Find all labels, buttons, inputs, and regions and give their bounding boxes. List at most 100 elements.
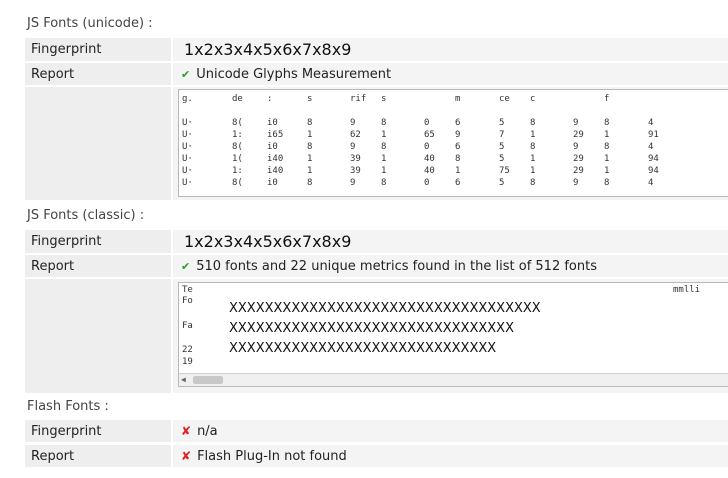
table-cell: 1 xyxy=(530,166,536,176)
table-cell: i65 xyxy=(267,130,284,140)
table-cell: 8 xyxy=(530,118,536,128)
table-cell: 9 xyxy=(455,130,461,140)
table-cell: 0 xyxy=(424,142,430,152)
table-cell: U· xyxy=(182,130,193,140)
table-cell: 1 xyxy=(381,166,387,176)
table-cell: 39 xyxy=(350,166,361,176)
table-cell: 1 xyxy=(307,154,313,164)
section-title-classic: JS Fonts (classic) : xyxy=(27,208,145,223)
fingerprint-value: n/a xyxy=(197,423,218,439)
table-cell: 1 xyxy=(381,154,387,164)
font-list-text: 19 xyxy=(182,357,193,367)
table-header-cell: de xyxy=(232,94,243,104)
table-cell: 29 xyxy=(573,166,584,176)
table-cell: 8( xyxy=(232,142,243,152)
table-header-cell: f xyxy=(604,94,610,104)
table-cell: 8 xyxy=(307,118,313,128)
table-header-cell: s xyxy=(307,94,313,104)
font-sample-line: XXXXXXXXXXXXXXXXXXXXXXXXXXXXXXXXXXX xyxy=(229,301,541,316)
report-value-cell: ✘ Flash Plug-In not found xyxy=(173,445,728,467)
table-cell: 9 xyxy=(573,142,579,152)
table-cell: U· xyxy=(182,142,193,152)
table-cell: i0 xyxy=(267,178,278,188)
font-list-text: Fo xyxy=(182,296,193,306)
table-cell: 8 xyxy=(381,118,387,128)
report-value-cell: ✔ 510 fonts and 22 unique metrics found … xyxy=(173,255,728,277)
table-cell: 1: xyxy=(232,130,243,140)
table-cell: 1 xyxy=(530,130,536,140)
report-label: Report xyxy=(25,63,171,85)
table-cell: 9 xyxy=(573,178,579,188)
table-cell: 8 xyxy=(604,142,610,152)
table-cell: 6 xyxy=(455,178,461,188)
empty-label xyxy=(25,87,171,200)
table-cell: 1 xyxy=(455,166,461,176)
table-cell: 1 xyxy=(381,130,387,140)
table-cell: 9 xyxy=(350,118,356,128)
table-cell: U· xyxy=(182,166,193,176)
flash-report-row: Report ✘ Flash Plug-In not found xyxy=(25,445,728,467)
font-list-header-text: mmlli xyxy=(673,285,701,295)
font-sample-line: XXXXXXXXXXXXXXXXXXXXXXXXXXXXXX xyxy=(229,341,497,356)
table-cell: 8 xyxy=(530,142,536,152)
font-list-box[interactable]: ◀ Te Fo Fa 22 19 mmlli XXXXXXXXXXXXXXXXXXXXXXX… xyxy=(178,282,728,387)
table-cell: U· xyxy=(182,154,193,164)
table-cell: 8( xyxy=(232,178,243,188)
table-cell: 1 xyxy=(307,130,313,140)
check-icon: ✔ xyxy=(181,67,191,81)
table-cell: U· xyxy=(182,178,193,188)
table-cell: 1: xyxy=(232,166,243,176)
table-cell: 65 xyxy=(424,130,435,140)
table-cell: 6 xyxy=(455,118,461,128)
table-cell: 94 xyxy=(648,154,659,164)
font-sample-line: XXXXXXXXXXXXXXXXXXXXXXXXXXXXXXXX xyxy=(229,321,514,336)
check-icon: ✔ xyxy=(181,259,191,273)
table-header-cell: rif xyxy=(350,94,367,104)
table-cell: 1 xyxy=(307,166,313,176)
empty-label xyxy=(25,279,171,393)
table-header-cell: s xyxy=(381,94,387,104)
table-cell: 5 xyxy=(499,154,505,164)
unicode-report-row: Report ✔ Unicode Glyphs Measurement xyxy=(25,63,728,85)
horizontal-scrollbar[interactable]: ◀ xyxy=(179,373,728,386)
table-cell: 4 xyxy=(648,178,654,188)
table-cell: U· xyxy=(182,118,193,128)
table-cell: 9 xyxy=(350,142,356,152)
table-cell: i40 xyxy=(267,166,284,176)
table-cell: 40 xyxy=(424,166,435,176)
table-cell: i0 xyxy=(267,142,278,152)
table-cell: 1 xyxy=(604,166,610,176)
font-list-text: 22 xyxy=(182,345,193,355)
table-cell: 5 xyxy=(499,118,505,128)
fingerprint-value-cell: ✘ n/a xyxy=(173,420,728,442)
table-cell: 8 xyxy=(381,178,387,188)
table-cell: 9 xyxy=(573,118,579,128)
fingerprint-value: 1x2x3x4x5x6x7x8x9 xyxy=(173,230,728,253)
scrollbar-thumb[interactable] xyxy=(193,376,223,384)
unicode-metrics-table[interactable]: g. de: s rif s m ce c f U· 8(i0 8 9 8 0 6 5 8 9 8 4 U· 1: i65 1 6… xyxy=(178,89,728,197)
table-cell: 0 xyxy=(424,118,430,128)
fingerprint-label: Fingerprint xyxy=(25,38,171,61)
section-title-unicode: JS Fonts (unicode) : xyxy=(27,16,153,31)
fingerprint-value: 1x2x3x4x5x6x7x8x9 xyxy=(173,38,728,61)
report-text: Unicode Glyphs Measurement xyxy=(196,66,392,82)
classic-fingerprint-row: Fingerprint 1x2x3x4x5x6x7x8x9 xyxy=(25,230,728,253)
table-cell: 62 xyxy=(350,130,361,140)
table-header-cell: g. xyxy=(182,94,193,104)
report-value-cell: ✔ Unicode Glyphs Measurement xyxy=(173,63,728,85)
table-cell: 29 xyxy=(573,130,584,140)
table-cell: 4 xyxy=(648,142,654,152)
table-cell: 39 xyxy=(350,154,361,164)
report-label: Report xyxy=(25,445,171,467)
table-cell: 1 xyxy=(604,130,610,140)
fingerprint-label: Fingerprint xyxy=(25,420,171,442)
table-cell: 1 xyxy=(604,154,610,164)
scroll-left-icon[interactable]: ◀ xyxy=(181,375,186,384)
table-cell: 9 xyxy=(350,178,356,188)
table-header-cell: c xyxy=(530,94,536,104)
table-cell: 1( xyxy=(232,154,243,164)
table-cell: 40 xyxy=(424,154,435,164)
table-cell: 8( xyxy=(232,118,243,128)
report-text: Flash Plug-In not found xyxy=(197,448,347,464)
classic-report-row: Report ✔ 510 fonts and 22 unique metrics… xyxy=(25,255,728,277)
